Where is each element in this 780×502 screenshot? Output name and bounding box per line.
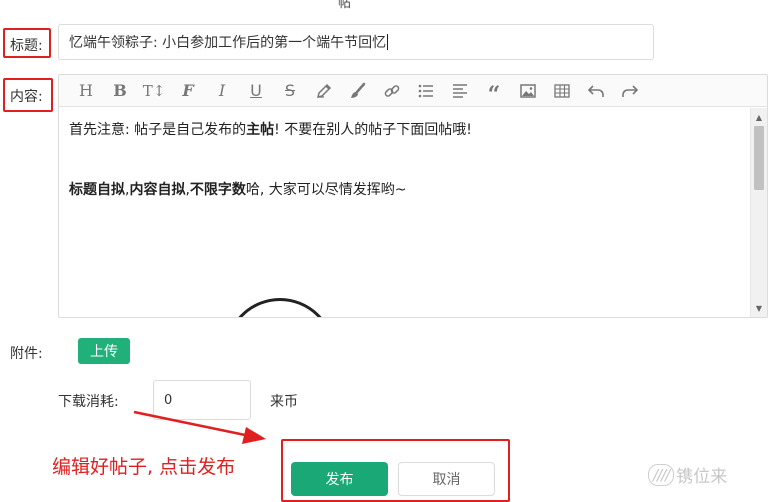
quote-icon[interactable]: “ (477, 75, 511, 107)
undo-icon[interactable] (579, 75, 613, 107)
content-label: 内容: (10, 89, 43, 105)
watermark-text: 镌位来 (676, 467, 728, 487)
publish-button[interactable]: 发布 (291, 462, 388, 496)
download-cost-label: 下载消耗: (58, 394, 119, 410)
font-family-icon[interactable]: F (171, 75, 205, 107)
heading-icon[interactable]: H (69, 75, 103, 107)
scroll-thumb[interactable] (754, 126, 764, 190)
list-icon[interactable] (409, 75, 443, 107)
editor-scrollbar[interactable]: ▲ ▼ (750, 108, 767, 317)
embedded-image-partial (225, 298, 335, 317)
brush-icon[interactable] (341, 75, 375, 107)
align-icon[interactable] (443, 75, 477, 107)
title-input[interactable]: 忆端午领粽子: 小白参加工作后的第一个端午节回忆 (58, 24, 654, 60)
scroll-up-arrow-icon[interactable]: ▲ (751, 110, 767, 124)
redo-icon[interactable] (613, 75, 647, 107)
cancel-button[interactable]: 取消 (398, 462, 495, 496)
scroll-down-arrow-icon[interactable]: ▼ (751, 301, 767, 315)
title-label: 标题: (10, 38, 43, 54)
underline-icon[interactable]: U (239, 75, 273, 107)
annotation-text: 编辑好帖子, 点击发布 (52, 456, 236, 478)
upload-button[interactable]: 上传 (78, 338, 130, 364)
annotation-arrow-icon (133, 410, 266, 444)
watermark-logo-icon: //// (648, 463, 675, 486)
currency-unit: 来币 (270, 394, 298, 410)
link-icon[interactable] (375, 75, 409, 107)
watermark: //// 镌位来 (648, 462, 727, 487)
editor-content[interactable]: 首先注意: 帖子是自己发布的主帖! 不要在别人的帖子下面回帖哦! 标题自拟,内容… (59, 108, 750, 317)
content-paragraph-2: 标题自拟,内容自拟,不限字数哈, 大家可以尽情发挥哟~ (69, 182, 407, 199)
text-caret (387, 34, 389, 50)
rich-text-editor[interactable]: H B T↕ F I U S “ 首先注意: 帖子是自己发布的主帖! 不要在别人… (58, 74, 768, 318)
title-input-value: 忆端午领粽子: 小白参加工作后的第一个端午节回忆 (69, 35, 387, 51)
table-icon[interactable] (545, 75, 579, 107)
bold-icon[interactable]: B (103, 75, 137, 107)
pen-icon[interactable] (307, 75, 341, 107)
content-paragraph-1: 首先注意: 帖子是自己发布的主帖! 不要在别人的帖子下面回帖哦! (69, 122, 472, 138)
italic-icon[interactable]: I (205, 75, 239, 107)
download-cost-value: 0 (164, 392, 173, 408)
attachment-label: 附件: (10, 346, 43, 362)
strikethrough-icon[interactable]: S (273, 75, 307, 107)
font-size-icon[interactable]: T↕ (137, 75, 171, 107)
page-header-fragment: 帖 (338, 0, 354, 11)
editor-toolbar: H B T↕ F I U S “ (59, 75, 767, 107)
image-icon[interactable] (511, 75, 545, 107)
